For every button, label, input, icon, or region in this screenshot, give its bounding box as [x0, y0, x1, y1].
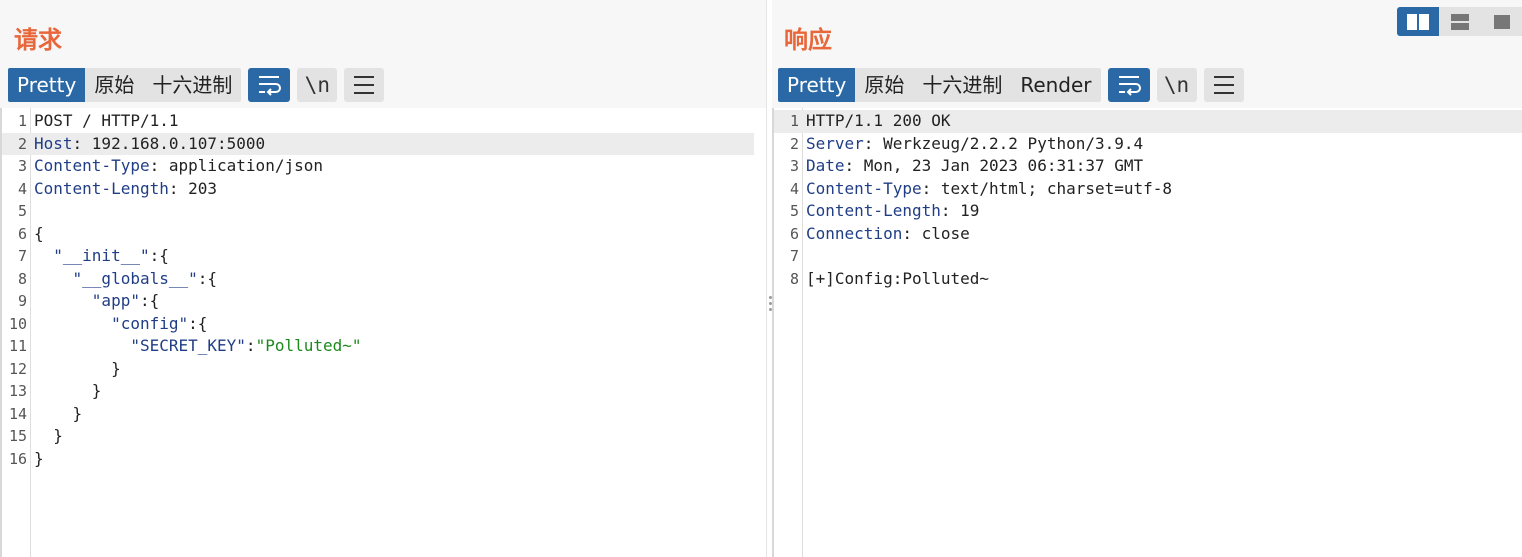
request-view-tabs: Pretty 原始 十六进制 [8, 68, 242, 102]
layout-side-by-side-icon [1407, 13, 1429, 30]
hamburger-menu-icon [354, 76, 375, 94]
layout-top-bottom-button[interactable] [1439, 7, 1481, 36]
newline-label: \n [304, 73, 330, 97]
layout-single-button[interactable] [1481, 7, 1522, 36]
code-line: 4 Content-Type: text/html; charset=utf-8 [789, 178, 1173, 198]
response-toolbar: Pretty 原始 十六进制 Render \n [778, 68, 1244, 102]
code-line: 12 } [8, 358, 121, 378]
code-line: 3 Date: Mon, 23 Jan 2023 06:31:37 GMT [789, 156, 1144, 175]
request-menu-button[interactable] [344, 68, 385, 102]
response-wrap-button[interactable] [1107, 68, 1150, 102]
code-line: 10 "config":{ [8, 313, 208, 333]
code-line-highlighted: 1 HTTP/1.1 200 OK [774, 110, 1522, 133]
code-line: 7 [789, 247, 799, 265]
code-line: 3 Content-Type: application/json [17, 156, 323, 175]
request-tab-hex[interactable]: 十六进制 [143, 68, 241, 102]
code-line: 4 Content-Length: 203 [17, 178, 218, 198]
code-line: 5 Content-Length: 19 [789, 201, 980, 220]
response-tab-raw[interactable]: 原始 [855, 68, 913, 102]
wrap-lines-icon [1118, 76, 1141, 96]
response-title: 响应 [784, 26, 832, 54]
code-line: 7 "__init__":{ [17, 246, 169, 265]
response-panel: 响应 Pretty 原始 十六进制 Render \n 1 HTTP/1.1 2… [772, 0, 1522, 557]
code-line: 5 [17, 202, 27, 220]
request-panel: 请求 Pretty 原始 十六进制 \n 1 POST / HTTP/1.1 2… [0, 0, 766, 557]
code-line: 15 } [8, 426, 63, 445]
code-line: 6{ [17, 223, 44, 243]
code-line: 11 "SECRET_KEY":"Polluted~" [8, 336, 362, 355]
request-newline-button[interactable]: \n [297, 68, 338, 102]
response-lines: 1 HTTP/1.1 200 OK 2 Server: Werkzeug/2.2.2… [774, 110, 1522, 290]
response-menu-button[interactable] [1203, 68, 1244, 102]
code-line: 8 "__globals__":{ [17, 268, 218, 288]
code-line: 2 Server: Werkzeug/2.2.2 Python/3.9.4 [789, 133, 1144, 153]
code-line: 9 "app":{ [17, 291, 160, 310]
response-editor[interactable]: 1 HTTP/1.1 200 OK 2 Server: Werkzeug/2.2.2… [772, 108, 1522, 557]
response-tab-pretty[interactable]: Pretty [778, 68, 856, 102]
code-line: 1 POST / HTTP/1.1 [17, 111, 179, 130]
newline-label: \n [1163, 73, 1190, 97]
layout-top-bottom-icon [1451, 13, 1469, 30]
request-editor[interactable]: 1 POST / HTTP/1.1 2 Host: 192.168.0.107:50… [0, 108, 766, 557]
code-line: 6 Connection: close [789, 223, 970, 243]
request-title: 请求 [14, 26, 62, 54]
code-line-highlighted: 2 Host: 192.168.0.107:5000 [2, 132, 754, 155]
layout-side-by-side-button[interactable] [1397, 7, 1439, 36]
code-line: 8 [+]Config:Polluted~ [789, 268, 990, 288]
request-wrap-button[interactable] [248, 68, 291, 102]
request-header: 请求 Pretty 原始 十六进制 \n [0, 0, 766, 108]
request-lines: 1 POST / HTTP/1.1 2 Host: 192.168.0.107:50… [2, 110, 766, 470]
response-newline-button[interactable]: \n [1156, 68, 1197, 102]
layout-single-icon [1494, 14, 1510, 29]
response-tab-hex[interactable]: 十六进制 [913, 68, 1011, 102]
request-tab-raw[interactable]: 原始 [85, 68, 143, 102]
request-tab-pretty[interactable]: Pretty [8, 68, 86, 102]
layout-switcher [1397, 7, 1522, 36]
response-view-tabs: Pretty 原始 十六进制 Render [778, 68, 1101, 102]
response-tab-render[interactable]: Render [1011, 68, 1100, 102]
code-line: 14 } [8, 403, 83, 423]
code-line: 13 } [8, 381, 102, 400]
hamburger-menu-icon [1213, 76, 1234, 94]
wrap-lines-icon [259, 76, 282, 96]
code-line: 16} [8, 448, 44, 468]
request-toolbar: Pretty 原始 十六进制 \n [8, 68, 385, 102]
